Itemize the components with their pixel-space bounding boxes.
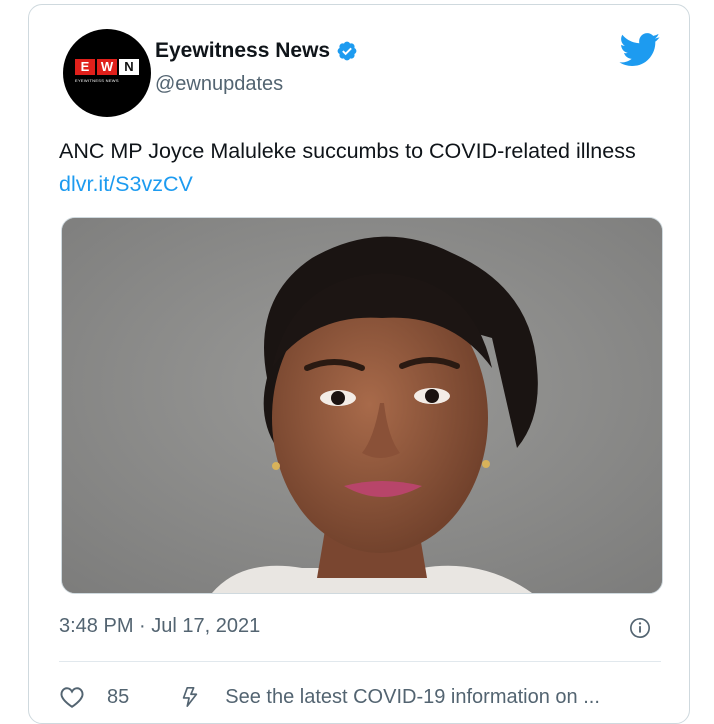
author-name-row: Eyewitness News <box>155 39 358 63</box>
logo-letter-e: E <box>75 59 95 75</box>
tweet-card: E W N EYEWITNESS NEWS Eyewitness News @e… <box>28 4 690 724</box>
tweet-actions: 85 See the latest COVID-19 information o… <box>59 685 600 709</box>
verified-badge-icon <box>337 41 357 61</box>
twitter-bird-icon[interactable] <box>619 33 661 67</box>
ewn-logo: E W N <box>75 59 139 75</box>
tweet-text: ANC MP Joyce Maluleke succumbs to COVID-… <box>59 135 659 201</box>
avatar[interactable]: E W N EYEWITNESS NEWS <box>63 29 151 117</box>
covid-info-link[interactable]: See the latest COVID-19 information on .… <box>225 686 600 709</box>
info-icon[interactable] <box>629 617 651 639</box>
heart-icon[interactable] <box>59 685 85 709</box>
tweet-photo[interactable] <box>61 217 663 594</box>
tweet-timestamp[interactable]: 3:48 PM · Jul 17, 2021 <box>59 615 260 638</box>
divider <box>59 661 661 662</box>
logo-letter-n: N <box>119 59 139 75</box>
author-display-name[interactable]: Eyewitness News <box>155 39 330 63</box>
author-handle[interactable]: @ewnupdates <box>155 73 283 96</box>
lightning-icon[interactable] <box>179 685 201 709</box>
tweet-link[interactable]: dlvr.it/S3vzCV <box>59 172 193 196</box>
portrait-image <box>62 218 662 593</box>
like-count: 85 <box>107 685 130 708</box>
logo-subtitle: EYEWITNESS NEWS <box>75 78 119 83</box>
tweet-body: ANC MP Joyce Maluleke succumbs to COVID-… <box>59 139 636 163</box>
logo-letter-w: W <box>97 59 117 75</box>
